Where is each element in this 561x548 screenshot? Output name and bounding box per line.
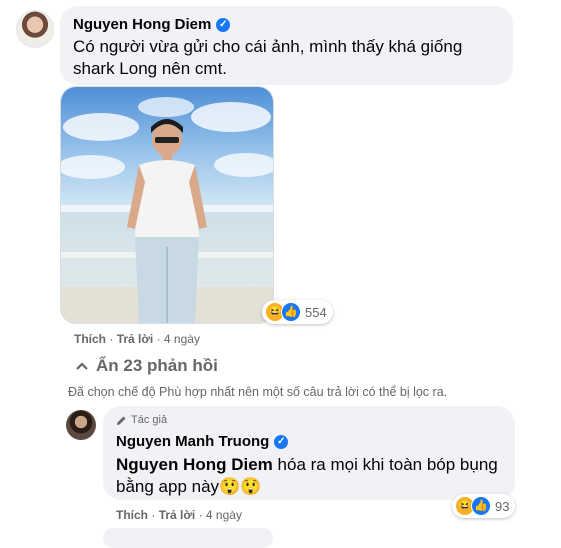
reply-bubble: Tác giả Nguyen Manh Truong ✓ Nguyen Hong… bbox=[103, 406, 515, 500]
separator: · bbox=[198, 508, 206, 522]
hide-replies-toggle[interactable]: Ẩn 23 phản hồi bbox=[76, 356, 218, 376]
reply-link[interactable]: Trả lời bbox=[159, 508, 196, 522]
chevron-up-icon bbox=[76, 362, 88, 370]
photo-image bbox=[61, 87, 273, 323]
separator: · bbox=[109, 332, 117, 346]
like-reaction-icon: 👍 bbox=[281, 302, 301, 322]
mention-link[interactable]: Nguyen Hong Diem bbox=[116, 455, 273, 474]
reactions-summary[interactable]: 😆 👍 554 bbox=[262, 300, 333, 324]
comment-actions: Thích · Trả lời · 4 ngày bbox=[74, 332, 200, 346]
hide-replies-label[interactable]: Ẩn 23 phản hồi bbox=[96, 356, 218, 376]
author-name[interactable]: Nguyen Hong Diem bbox=[73, 16, 211, 33]
filter-note: Đã chọn chế độ Phù hợp nhất nên một số c… bbox=[68, 385, 448, 399]
reply-author[interactable]: Nguyen Manh Truong ✓ bbox=[116, 433, 289, 450]
timestamp[interactable]: 4 ngày bbox=[206, 508, 242, 522]
avatar[interactable] bbox=[16, 10, 54, 48]
pencil-icon bbox=[117, 416, 126, 425]
comment-photo[interactable] bbox=[60, 86, 274, 324]
separator: · bbox=[151, 508, 159, 522]
next-comment-bubble bbox=[103, 528, 273, 548]
avatar[interactable] bbox=[66, 410, 96, 440]
like-link[interactable]: Thích bbox=[116, 508, 148, 522]
reactions-count: 554 bbox=[305, 304, 327, 320]
verified-check-icon: ✓ bbox=[274, 434, 289, 449]
reply-actions: Thích · Trả lời · 4 ngày bbox=[116, 508, 242, 522]
reply-link[interactable]: Trả lời bbox=[117, 332, 154, 346]
comment-text: Có người vừa gửi cho cái ảnh, mình thấy … bbox=[73, 37, 463, 78]
comment-bubble: Nguyen Hong Diem ✓ Có người vừa gửi cho … bbox=[60, 6, 513, 85]
verified-check-icon: ✓ bbox=[216, 17, 231, 32]
reactions-summary[interactable]: 😆 👍 93 bbox=[452, 494, 516, 518]
comment-author[interactable]: Nguyen Hong Diem ✓ bbox=[73, 16, 231, 33]
timestamp[interactable]: 4 ngày bbox=[164, 332, 200, 346]
separator: · bbox=[156, 332, 164, 346]
reply-text: Nguyen Hong Diem hóa ra mọi khi toàn bóp… bbox=[116, 454, 506, 498]
author-name[interactable]: Nguyen Manh Truong bbox=[116, 433, 269, 450]
like-link[interactable]: Thích bbox=[74, 332, 106, 346]
author-badge: Tác giả bbox=[116, 414, 167, 426]
author-badge-label: Tác giả bbox=[131, 414, 168, 426]
reactions-count: 93 bbox=[495, 498, 510, 514]
like-reaction-icon: 👍 bbox=[471, 496, 491, 516]
